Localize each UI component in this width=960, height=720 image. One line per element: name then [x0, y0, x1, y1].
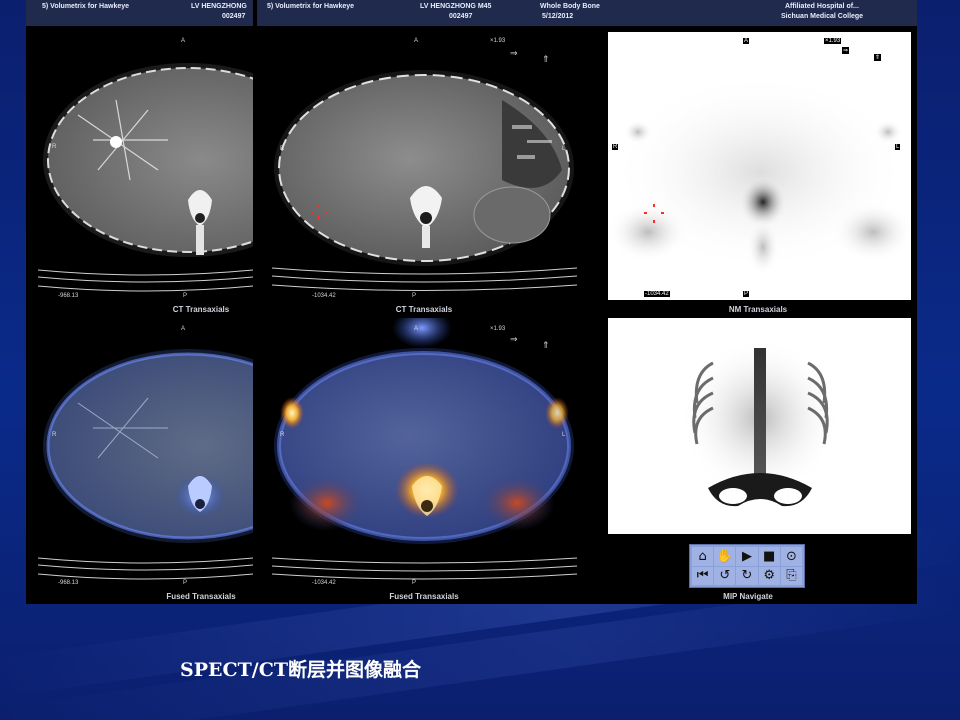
target-icon[interactable]: ⊙ [780, 547, 802, 566]
main-title-bar: 5) Volumetrix for Hawkeye LV HENGZHONG M… [257, 0, 917, 26]
workstation-screen: 5) Volumetrix for Hawkeye LV HENGZHONG 0… [26, 0, 917, 604]
hu-value: -968.13 [58, 293, 79, 299]
nm-viewport[interactable]: A ×1.93 ⇒ ⇑ R L -1034.42 P [608, 32, 911, 300]
posterior-marker: P [412, 580, 417, 586]
patient-name: LV HENGZHONG M45 [420, 3, 492, 10]
hu-value: -968.13 [58, 580, 79, 586]
fused-main-caption: Fused Transaxials [389, 592, 459, 601]
institution-line1: Affiliated Hospital of... [785, 3, 859, 10]
fused-left-caption: Fused Transaxials [166, 592, 236, 601]
ct-left-viewport[interactable]: A R -968.13 P [38, 30, 253, 300]
zoom-level: ×1.93 [490, 38, 506, 44]
institution-line2: Sichuan Medical College [781, 13, 864, 20]
anterior-marker: A [181, 326, 186, 332]
hu-value: -1034.42 [644, 291, 670, 297]
hu-value: -1034.42 [312, 293, 336, 299]
arrow-right-icon[interactable]: ⇒ [842, 47, 850, 54]
left-marker: L [562, 432, 566, 438]
arrow-up-icon[interactable]: ⇑ [542, 340, 550, 351]
right-marker: R [280, 146, 285, 152]
software-label: 5) Volumetrix for Hawkeye [42, 3, 130, 10]
arrow-up-icon[interactable]: ⇑ [874, 54, 882, 61]
nm-caption: NM Transaxials [728, 305, 788, 314]
right-marker: R [52, 432, 57, 438]
export-icon[interactable]: ⎘ [780, 566, 802, 585]
arrow-up-icon[interactable]: ⇑ [542, 54, 550, 65]
study-name: Whole Body Bone [540, 3, 600, 10]
study-date: 5/12/2012 [542, 13, 574, 20]
rotate-right-icon[interactable]: ↻ [736, 566, 758, 585]
posterior-marker: P [183, 580, 188, 586]
slide-title: SPECT/CT断层并图像融合 [180, 659, 421, 681]
ct-main-caption: CT Transaxials [395, 305, 453, 314]
home-icon[interactable]: ⌂ [692, 547, 714, 566]
mip-navigate-panel: ⌂ ✋ ▶ ■ ⊙ ⏮ ↺ ↻ ⚙ ⎘ [689, 544, 805, 588]
stop-icon[interactable]: ■ [758, 547, 780, 566]
arrow-right-icon[interactable]: ⇒ [510, 334, 518, 345]
posterior-marker: P [183, 293, 188, 299]
hu-value: -1034.42 [312, 580, 336, 586]
left-marker: L [562, 146, 566, 152]
arrow-right-icon[interactable]: ⇒ [510, 48, 518, 59]
rotate-left-icon[interactable]: ↺ [714, 566, 736, 585]
hand-icon[interactable]: ✋ [714, 547, 736, 566]
patient-name: LV HENGZHONG [191, 3, 247, 10]
left-title-bar: 5) Volumetrix for Hawkeye LV HENGZHONG 0… [26, 0, 253, 26]
software-label: 5) Volumetrix for Hawkeye [267, 3, 355, 10]
patient-id: 002497 [449, 13, 473, 20]
anterior-marker: A [181, 38, 186, 44]
right-marker: R [52, 144, 57, 150]
right-marker: R [612, 144, 619, 150]
play-icon[interactable]: ▶ [736, 547, 758, 566]
mip-caption: MIP Navigate [723, 592, 773, 601]
left-marker: L [895, 144, 901, 150]
anterior-marker: A [414, 326, 419, 332]
fused-main-viewport[interactable]: A ×1.93 ⇒ ⇑ R L -1034.42 P [272, 318, 577, 588]
zoom-level: ×1.93 [490, 326, 506, 332]
ct-main-viewport[interactable]: A ×1.93 ⇒ ⇑ R L -1034.42 P [272, 30, 577, 300]
anterior-marker: A [414, 38, 419, 44]
fused-left-viewport[interactable]: A R -968.13 P [38, 318, 253, 588]
skip-back-icon[interactable]: ⏮ [692, 566, 714, 585]
posterior-marker: P [743, 291, 750, 297]
posterior-marker: P [412, 293, 417, 299]
patient-id: 002497 [222, 13, 246, 20]
mip-viewport[interactable] [608, 318, 911, 534]
settings-icon[interactable]: ⚙ [758, 566, 780, 585]
anterior-marker: A [743, 38, 750, 44]
ct-left-caption: CT Transaxials [172, 305, 230, 314]
zoom-level: ×1.93 [824, 38, 842, 44]
right-marker: R [280, 432, 285, 438]
